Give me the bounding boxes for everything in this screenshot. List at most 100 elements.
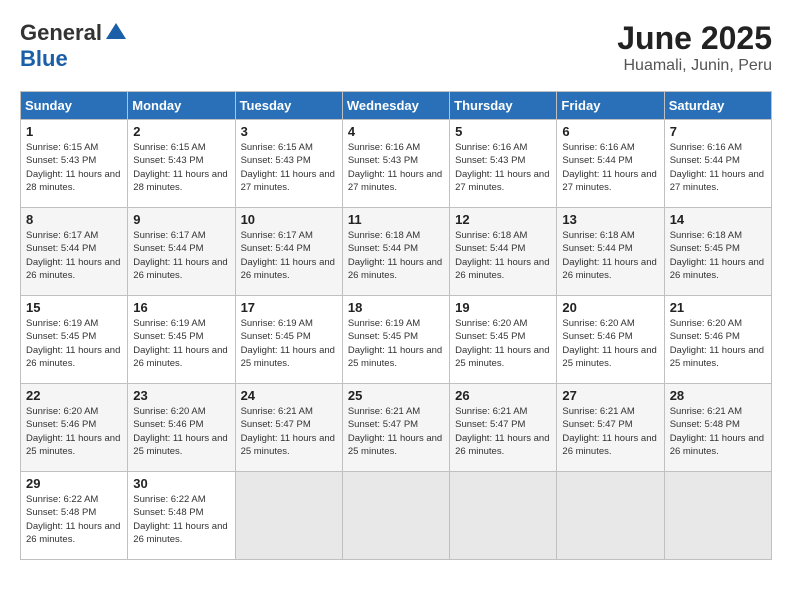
logo-blue: Blue xyxy=(20,46,68,72)
cell-content: Sunrise: 6:15 AM Sunset: 5:43 PM Dayligh… xyxy=(26,141,122,194)
cell-content: Sunrise: 6:17 AM Sunset: 5:44 PM Dayligh… xyxy=(241,229,337,282)
day-number: 28 xyxy=(670,388,766,403)
cell-content: Sunrise: 6:19 AM Sunset: 5:45 PM Dayligh… xyxy=(348,317,444,370)
cell-content: Sunrise: 6:19 AM Sunset: 5:45 PM Dayligh… xyxy=(241,317,337,370)
day-number: 19 xyxy=(455,300,551,315)
cell-content: Sunrise: 6:20 AM Sunset: 5:46 PM Dayligh… xyxy=(670,317,766,370)
calendar-cell: 18 Sunrise: 6:19 AM Sunset: 5:45 PM Dayl… xyxy=(342,296,449,384)
calendar-week-4: 22 Sunrise: 6:20 AM Sunset: 5:46 PM Dayl… xyxy=(21,384,772,472)
calendar-cell: 3 Sunrise: 6:15 AM Sunset: 5:43 PM Dayli… xyxy=(235,120,342,208)
cell-content: Sunrise: 6:17 AM Sunset: 5:44 PM Dayligh… xyxy=(133,229,229,282)
cell-content: Sunrise: 6:20 AM Sunset: 5:45 PM Dayligh… xyxy=(455,317,551,370)
calendar-cell: 8 Sunrise: 6:17 AM Sunset: 5:44 PM Dayli… xyxy=(21,208,128,296)
calendar-cell: 21 Sunrise: 6:20 AM Sunset: 5:46 PM Dayl… xyxy=(664,296,771,384)
calendar-cell: 26 Sunrise: 6:21 AM Sunset: 5:47 PM Dayl… xyxy=(450,384,557,472)
cell-content: Sunrise: 6:21 AM Sunset: 5:47 PM Dayligh… xyxy=(455,405,551,458)
day-number: 5 xyxy=(455,124,551,139)
day-number: 23 xyxy=(133,388,229,403)
cell-content: Sunrise: 6:16 AM Sunset: 5:44 PM Dayligh… xyxy=(670,141,766,194)
calendar-cell: 12 Sunrise: 6:18 AM Sunset: 5:44 PM Dayl… xyxy=(450,208,557,296)
day-number: 27 xyxy=(562,388,658,403)
calendar-cell xyxy=(664,472,771,560)
cell-content: Sunrise: 6:22 AM Sunset: 5:48 PM Dayligh… xyxy=(26,493,122,546)
calendar-cell: 25 Sunrise: 6:21 AM Sunset: 5:47 PM Dayl… xyxy=(342,384,449,472)
calendar-table: SundayMondayTuesdayWednesdayThursdayFrid… xyxy=(20,91,772,560)
day-number: 22 xyxy=(26,388,122,403)
calendar-week-5: 29 Sunrise: 6:22 AM Sunset: 5:48 PM Dayl… xyxy=(21,472,772,560)
cell-content: Sunrise: 6:21 AM Sunset: 5:47 PM Dayligh… xyxy=(348,405,444,458)
calendar-header-row: SundayMondayTuesdayWednesdayThursdayFrid… xyxy=(21,92,772,120)
calendar-cell: 27 Sunrise: 6:21 AM Sunset: 5:47 PM Dayl… xyxy=(557,384,664,472)
cell-content: Sunrise: 6:20 AM Sunset: 5:46 PM Dayligh… xyxy=(133,405,229,458)
title-block: June 2025 Huamali, Junin, Peru xyxy=(617,20,772,75)
calendar-cell: 28 Sunrise: 6:21 AM Sunset: 5:48 PM Dayl… xyxy=(664,384,771,472)
day-number: 2 xyxy=(133,124,229,139)
calendar-cell: 2 Sunrise: 6:15 AM Sunset: 5:43 PM Dayli… xyxy=(128,120,235,208)
cell-content: Sunrise: 6:20 AM Sunset: 5:46 PM Dayligh… xyxy=(26,405,122,458)
day-header-tuesday: Tuesday xyxy=(235,92,342,120)
calendar-cell: 16 Sunrise: 6:19 AM Sunset: 5:45 PM Dayl… xyxy=(128,296,235,384)
day-number: 11 xyxy=(348,212,444,227)
cell-content: Sunrise: 6:15 AM Sunset: 5:43 PM Dayligh… xyxy=(241,141,337,194)
calendar-cell: 19 Sunrise: 6:20 AM Sunset: 5:45 PM Dayl… xyxy=(450,296,557,384)
day-number: 13 xyxy=(562,212,658,227)
calendar-cell xyxy=(557,472,664,560)
calendar-cell: 14 Sunrise: 6:18 AM Sunset: 5:45 PM Dayl… xyxy=(664,208,771,296)
calendar-cell: 5 Sunrise: 6:16 AM Sunset: 5:43 PM Dayli… xyxy=(450,120,557,208)
day-number: 6 xyxy=(562,124,658,139)
cell-content: Sunrise: 6:18 AM Sunset: 5:45 PM Dayligh… xyxy=(670,229,766,282)
day-number: 10 xyxy=(241,212,337,227)
calendar-cell xyxy=(450,472,557,560)
calendar-cell: 1 Sunrise: 6:15 AM Sunset: 5:43 PM Dayli… xyxy=(21,120,128,208)
day-number: 20 xyxy=(562,300,658,315)
cell-content: Sunrise: 6:15 AM Sunset: 5:43 PM Dayligh… xyxy=(133,141,229,194)
cell-content: Sunrise: 6:21 AM Sunset: 5:47 PM Dayligh… xyxy=(562,405,658,458)
page-header: General Blue June 2025 Huamali, Junin, P… xyxy=(20,20,772,75)
calendar-cell: 9 Sunrise: 6:17 AM Sunset: 5:44 PM Dayli… xyxy=(128,208,235,296)
day-number: 12 xyxy=(455,212,551,227)
cell-content: Sunrise: 6:16 AM Sunset: 5:43 PM Dayligh… xyxy=(348,141,444,194)
day-number: 4 xyxy=(348,124,444,139)
calendar-title: June 2025 xyxy=(617,20,772,57)
calendar-cell: 20 Sunrise: 6:20 AM Sunset: 5:46 PM Dayl… xyxy=(557,296,664,384)
day-number: 24 xyxy=(241,388,337,403)
calendar-cell xyxy=(235,472,342,560)
calendar-cell: 13 Sunrise: 6:18 AM Sunset: 5:44 PM Dayl… xyxy=(557,208,664,296)
calendar-week-2: 8 Sunrise: 6:17 AM Sunset: 5:44 PM Dayli… xyxy=(21,208,772,296)
cell-content: Sunrise: 6:22 AM Sunset: 5:48 PM Dayligh… xyxy=(133,493,229,546)
calendar-cell: 6 Sunrise: 6:16 AM Sunset: 5:44 PM Dayli… xyxy=(557,120,664,208)
day-number: 1 xyxy=(26,124,122,139)
day-number: 21 xyxy=(670,300,766,315)
calendar-cell: 15 Sunrise: 6:19 AM Sunset: 5:45 PM Dayl… xyxy=(21,296,128,384)
logo-general: General xyxy=(20,20,102,46)
day-number: 17 xyxy=(241,300,337,315)
cell-content: Sunrise: 6:17 AM Sunset: 5:44 PM Dayligh… xyxy=(26,229,122,282)
day-number: 8 xyxy=(26,212,122,227)
calendar-cell xyxy=(342,472,449,560)
cell-content: Sunrise: 6:20 AM Sunset: 5:46 PM Dayligh… xyxy=(562,317,658,370)
day-number: 25 xyxy=(348,388,444,403)
calendar-cell: 17 Sunrise: 6:19 AM Sunset: 5:45 PM Dayl… xyxy=(235,296,342,384)
day-header-friday: Friday xyxy=(557,92,664,120)
day-number: 30 xyxy=(133,476,229,491)
calendar-cell: 23 Sunrise: 6:20 AM Sunset: 5:46 PM Dayl… xyxy=(128,384,235,472)
cell-content: Sunrise: 6:21 AM Sunset: 5:48 PM Dayligh… xyxy=(670,405,766,458)
logo: General Blue xyxy=(20,20,128,72)
day-number: 26 xyxy=(455,388,551,403)
day-number: 9 xyxy=(133,212,229,227)
day-header-thursday: Thursday xyxy=(450,92,557,120)
calendar-cell: 4 Sunrise: 6:16 AM Sunset: 5:43 PM Dayli… xyxy=(342,120,449,208)
day-number: 3 xyxy=(241,124,337,139)
calendar-cell: 22 Sunrise: 6:20 AM Sunset: 5:46 PM Dayl… xyxy=(21,384,128,472)
cell-content: Sunrise: 6:19 AM Sunset: 5:45 PM Dayligh… xyxy=(26,317,122,370)
cell-content: Sunrise: 6:21 AM Sunset: 5:47 PM Dayligh… xyxy=(241,405,337,458)
day-header-saturday: Saturday xyxy=(664,92,771,120)
cell-content: Sunrise: 6:18 AM Sunset: 5:44 PM Dayligh… xyxy=(455,229,551,282)
cell-content: Sunrise: 6:16 AM Sunset: 5:44 PM Dayligh… xyxy=(562,141,658,194)
cell-content: Sunrise: 6:18 AM Sunset: 5:44 PM Dayligh… xyxy=(562,229,658,282)
day-header-wednesday: Wednesday xyxy=(342,92,449,120)
calendar-subtitle: Huamali, Junin, Peru xyxy=(617,57,772,75)
cell-content: Sunrise: 6:19 AM Sunset: 5:45 PM Dayligh… xyxy=(133,317,229,370)
day-number: 16 xyxy=(133,300,229,315)
logo-icon xyxy=(104,21,128,45)
